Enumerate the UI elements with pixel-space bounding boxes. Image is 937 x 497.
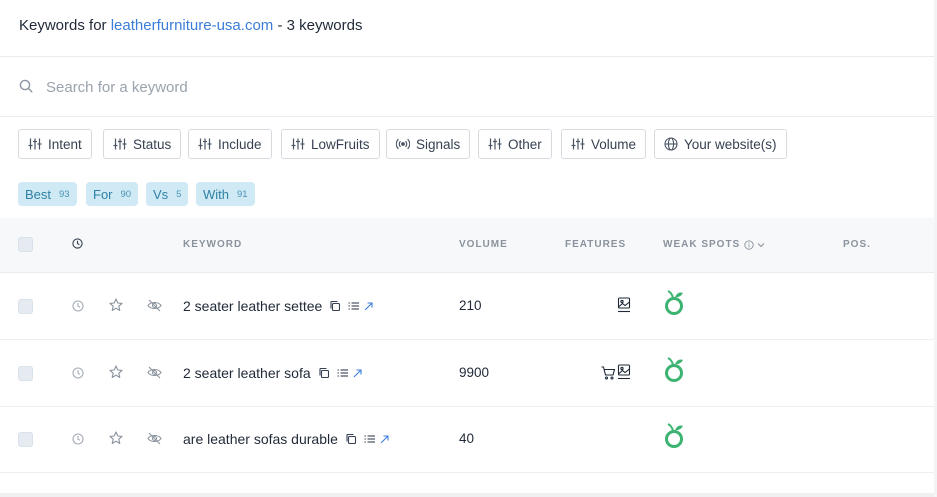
filter-intent-button[interactable]: Intent [18,129,92,159]
clock-icon[interactable] [72,238,83,249]
tag-with[interactable]: With 91 [196,182,255,206]
globe-icon [664,137,678,151]
filter-label: Other [508,136,542,152]
copy-icon[interactable] [329,300,341,312]
filter-signals-button[interactable]: Signals [386,129,471,159]
lowfruit-icon [665,357,683,382]
tag-count: 93 [59,188,70,200]
column-weak-spots[interactable]: WEAK SPOTS [663,239,765,250]
page-title: Keywords for leatherfurniture-usa.com - … [19,17,362,34]
clock-icon[interactable] [72,433,84,445]
filter-other-button[interactable]: Other [478,129,552,159]
table-row: are leather sofas durable 40 [0,406,937,473]
star-icon[interactable] [109,365,123,379]
column-pos[interactable]: POS. [843,239,871,250]
image-icon [617,297,631,313]
filter-label: Status [133,136,172,152]
info-icon[interactable] [744,239,754,250]
filter-label: Volume [591,136,637,152]
tag-for[interactable]: For 90 [86,182,139,206]
filter-label: Your website(s) [684,136,777,152]
filter-label: Intent [48,136,82,152]
row-checkbox[interactable] [18,432,33,447]
tag-count: 5 [176,188,182,200]
sliders-icon [291,138,305,150]
clock-icon[interactable] [72,367,84,379]
sliders-icon [113,138,127,150]
table-row: 2 seater leather sofa 9900 [0,340,937,407]
signal-icon [396,138,410,150]
search-icon [19,79,33,93]
eye-off-icon[interactable] [147,299,162,312]
tag-label: With [203,186,229,202]
title-prefix: Keywords for [19,17,111,34]
volume-cell: 9900 [459,365,490,380]
clock-icon[interactable] [72,300,84,312]
column-keyword[interactable]: KEYWORD [183,239,242,250]
tag-count: 91 [237,188,248,200]
column-weak-spots-label: WEAK SPOTS [663,239,741,250]
volume-cell: 210 [459,298,482,313]
keyword-cell: 2 seater leather settee [183,298,373,314]
sliders-icon [488,138,502,150]
tag-count: 90 [120,188,132,200]
table-header: KEYWORD VOLUME FEATURES WEAK SPOTS POS. [0,218,937,273]
lowfruit-icon [665,423,683,448]
volume-cell: 40 [459,431,475,446]
copy-icon[interactable] [345,433,357,445]
title-suffix: - 3 keywords [273,17,363,34]
star-icon[interactable] [109,298,123,312]
cart-icon [601,366,616,380]
tag-best[interactable]: Best 93 [18,182,77,206]
filter-label: Signals [416,136,461,152]
list-icon[interactable] [348,301,360,311]
sliders-icon [571,138,585,150]
filter-label: LowFruits [311,136,370,152]
search-input[interactable] [46,77,646,97]
chevron-down-icon[interactable] [757,242,765,248]
column-features[interactable]: FEATURES [565,239,626,250]
list-icon[interactable] [364,434,375,444]
horizontal-scrollbar[interactable] [0,493,937,497]
image-icon [617,364,631,380]
domain-link[interactable]: leatherfurniture-usa.com [111,17,274,34]
lowfruit-icon [665,290,683,315]
filter-status-button[interactable]: Status [103,129,182,159]
list-icon[interactable] [337,368,348,378]
external-link-icon[interactable] [353,368,362,378]
keyword-text[interactable]: 2 seater leather sofa [183,365,311,381]
page-header: Keywords for leatherfurniture-usa.com - … [0,0,937,57]
filter-volume-button[interactable]: Volume [561,129,647,159]
filter-include-button[interactable]: Include [188,129,272,159]
keyword-text[interactable]: are leather sofas durable [183,431,338,447]
star-icon[interactable] [109,431,123,445]
table-row: 2 seater leather settee 210 [0,273,937,340]
column-volume[interactable]: VOLUME [459,239,508,250]
search-bar [0,57,937,117]
select-all-checkbox[interactable] [18,237,33,252]
eye-off-icon[interactable] [147,432,162,445]
filter-label: Include [218,136,262,152]
tag-vs[interactable]: Vs 5 [146,182,189,206]
filter-lowfruits-button[interactable]: LowFruits [281,129,380,159]
keyword-cell: 2 seater leather sofa [183,365,362,381]
tag-label: Vs [153,186,169,202]
tag-label: For [93,186,113,202]
row-checkbox[interactable] [18,366,33,381]
sliders-icon [198,138,212,150]
eye-off-icon[interactable] [147,366,162,379]
keyword-cell: are leather sofas durable [183,431,389,447]
external-link-icon[interactable] [380,434,389,444]
external-link-icon[interactable] [364,301,373,311]
sliders-icon [28,138,42,150]
copy-icon[interactable] [318,367,330,379]
tag-label: Best [25,186,52,202]
keyword-text[interactable]: 2 seater leather settee [183,298,322,314]
row-checkbox[interactable] [18,299,33,314]
filter-your-websites-button[interactable]: Your website(s) [654,129,787,159]
